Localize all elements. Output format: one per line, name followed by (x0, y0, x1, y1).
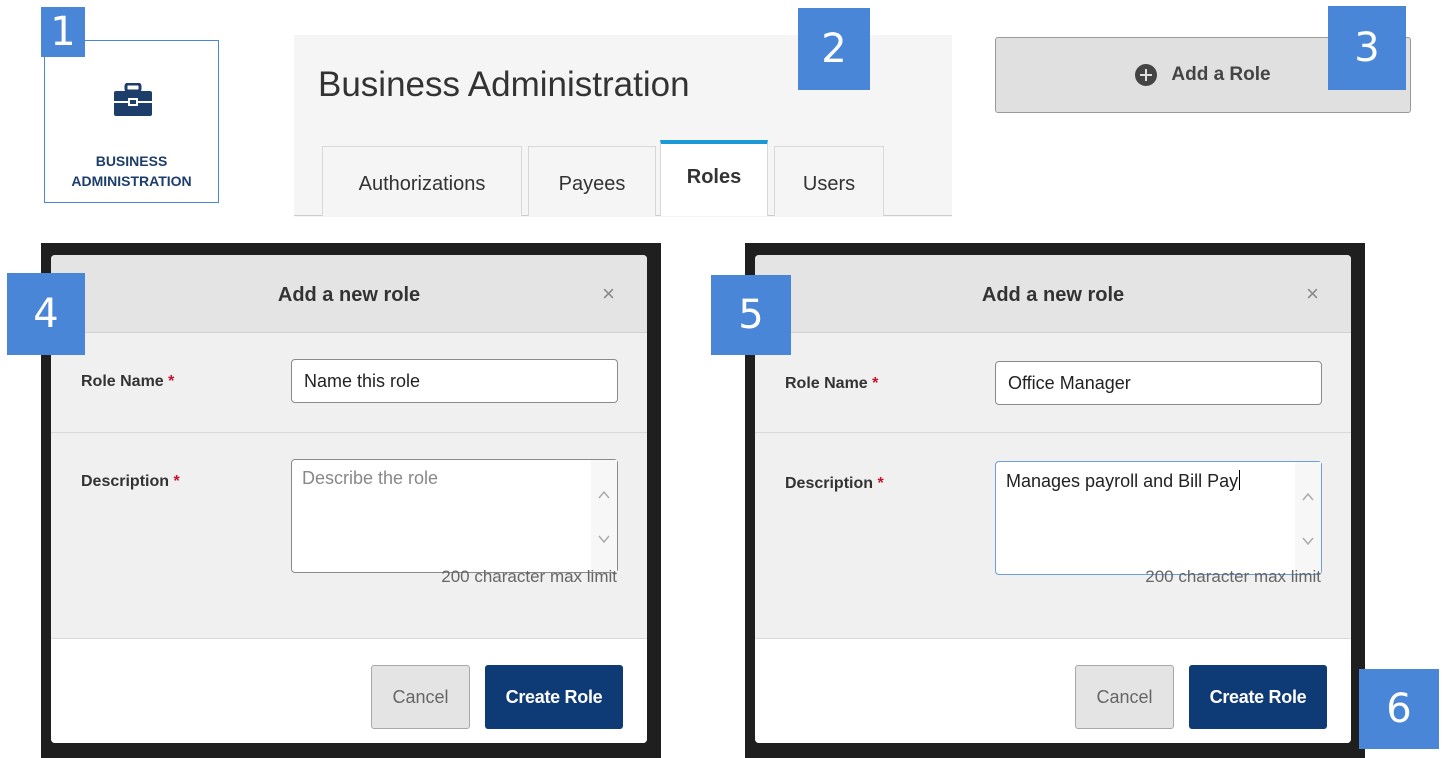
tab-roles[interactable]: Roles (660, 140, 768, 216)
description-value: Manages payroll and Bill Pay (1006, 471, 1239, 491)
business-administration-tile[interactable]: BUSINESS ADMINISTRATION (44, 40, 219, 203)
role-name-input[interactable]: Name this role (291, 359, 618, 403)
role-name-label: Role Name * (81, 373, 175, 390)
step-badge-2: 2 (798, 8, 870, 90)
add-role-modal-empty: Add a new role × Role Name * Name this r… (51, 255, 647, 743)
step-badge-1: 1 (41, 7, 85, 57)
modal-footer: Cancel Create Role (755, 639, 1351, 743)
required-mark: * (872, 375, 879, 392)
briefcase-icon (114, 83, 152, 116)
tab-payees[interactable]: Payees (528, 146, 656, 216)
step-badge-6: 6 (1359, 669, 1439, 749)
chevron-down-icon[interactable] (1301, 534, 1315, 548)
cancel-button[interactable]: Cancel (1075, 665, 1174, 729)
description-row: Description * Manages payroll and Bill P… (755, 433, 1351, 639)
tile-label-line2: ADMINISTRATION (71, 173, 192, 189)
description-label: Description * (81, 473, 180, 490)
role-name-input[interactable]: Office Manager (995, 361, 1322, 405)
modal-title: Add a new role (277, 284, 421, 306)
chevron-up-icon[interactable] (597, 488, 611, 502)
required-mark: * (168, 373, 175, 390)
create-role-button[interactable]: Create Role (1189, 665, 1327, 729)
character-limit-text: 200 character max limit (1145, 567, 1321, 586)
required-mark: * (877, 475, 884, 492)
tile-label-line1: BUSINESS (95, 153, 168, 169)
textarea-scrollbar[interactable] (591, 460, 617, 572)
tile-label: BUSINESS ADMINISTRATION (45, 151, 218, 191)
close-icon[interactable]: × (602, 281, 615, 307)
role-name-placeholder: Name this role (304, 371, 421, 391)
step-badge-3: 3 (1328, 6, 1406, 90)
character-limit-text: 200 character max limit (441, 567, 617, 586)
description-textarea[interactable]: Describe the role (291, 459, 618, 573)
close-icon[interactable]: × (1306, 281, 1319, 307)
modal-title: Add a new role (981, 284, 1125, 306)
role-name-row: Role Name * Office Manager (755, 333, 1351, 433)
plus-circle-icon (1135, 64, 1158, 86)
chevron-down-icon[interactable] (597, 532, 611, 546)
textarea-scrollbar[interactable] (1295, 462, 1321, 574)
chevron-up-icon[interactable] (1301, 490, 1315, 504)
step-badge-5: 5 (711, 275, 791, 355)
add-role-modal-filled: Add a new role × Role Name * Office Mana… (755, 255, 1351, 743)
add-role-label: Add a Role (1171, 64, 1271, 85)
description-row: Description * Describe the role 200 char… (51, 433, 647, 639)
description-textarea[interactable]: Manages payroll and Bill Pay (995, 461, 1322, 575)
tab-authorizations[interactable]: Authorizations (322, 146, 522, 216)
modal-header: Add a new role × (755, 255, 1351, 333)
tab-users[interactable]: Users (774, 146, 884, 216)
role-name-label: Role Name * (785, 375, 879, 392)
step-badge-4: 4 (7, 273, 85, 355)
create-role-button[interactable]: Create Role (485, 665, 623, 729)
description-label: Description * (785, 475, 884, 492)
text-caret (1239, 470, 1241, 490)
modal-header: Add a new role × (51, 255, 647, 333)
role-name-value: Office Manager (1008, 373, 1131, 393)
description-placeholder: Describe the role (302, 468, 439, 488)
cancel-button[interactable]: Cancel (371, 665, 470, 729)
modal-footer: Cancel Create Role (51, 639, 647, 743)
page-title: Business Administration (318, 65, 690, 104)
required-mark: * (173, 473, 180, 490)
role-name-row: Role Name * Name this role (51, 333, 647, 433)
